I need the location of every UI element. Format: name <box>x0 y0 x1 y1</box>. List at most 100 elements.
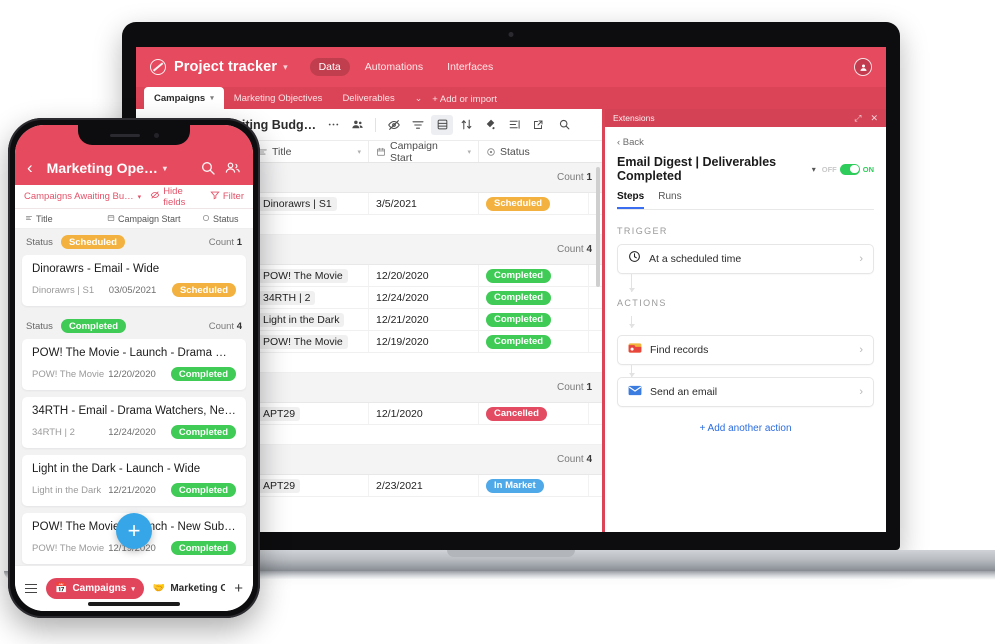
avatar[interactable] <box>854 58 872 76</box>
group-count: Count 1 <box>557 382 602 393</box>
trigger-card[interactable]: At a scheduled time › <box>617 244 874 274</box>
tab-marketing-objectives[interactable]: Marketing Objectives <box>224 87 333 109</box>
cell-status: Completed <box>479 287 589 308</box>
app-title-caret-icon[interactable]: ▾ <box>283 62 288 73</box>
vertical-scrollbar[interactable] <box>596 167 600 287</box>
chevron-right-icon: › <box>859 253 863 265</box>
field-header-title[interactable]: Title ▾ <box>251 141 369 162</box>
sort-icon[interactable] <box>455 115 477 135</box>
phone-group-count: Count 4 <box>209 321 242 332</box>
list-item[interactable]: Light in the Dark - Launch - Wide Light … <box>22 455 246 506</box>
field-header-campaign-start[interactable]: Campaign Start ▾ <box>369 140 479 164</box>
field-header-status[interactable]: Status <box>479 141 589 162</box>
chevron-down-icon: ▾ <box>131 585 135 593</box>
extensions-pane: Extensions ⤢ ✕ ‹ Back Email Digest | Del… <box>602 109 886 532</box>
phone-group-header[interactable]: Status Completed Count 4 <box>15 313 253 339</box>
tab-steps[interactable]: Steps <box>617 191 645 209</box>
filter-button[interactable]: Filter <box>210 190 244 203</box>
expand-icon[interactable]: ⤢ <box>854 113 861 124</box>
phone-card-title: Light in the Dark - Launch - Wide <box>32 463 201 475</box>
status-badge: Scheduled <box>60 235 125 249</box>
status-badge: Completed <box>486 268 552 283</box>
filter-icon[interactable] <box>407 115 429 135</box>
action-card-find-records[interactable]: Find records › <box>617 335 874 365</box>
add-or-import-button[interactable]: + Add or import <box>432 94 497 109</box>
front-camera-icon <box>153 132 159 138</box>
cell-title: APT29 <box>251 475 369 496</box>
share-view-icon[interactable] <box>527 115 549 135</box>
tab-deliverables[interactable]: Deliverables <box>332 87 404 109</box>
phone-group-count-label: Count <box>208 320 235 332</box>
close-icon[interactable]: ✕ <box>870 113 878 124</box>
step-connector <box>628 274 635 292</box>
add-another-action-button[interactable]: + Add another action <box>617 423 874 434</box>
field-header-status-label: Status <box>500 145 530 158</box>
hide-fields-icon[interactable] <box>383 115 405 135</box>
select-field-icon <box>202 214 210 224</box>
tab-campaigns-label: Campaigns <box>154 92 206 104</box>
app-nav: Data Automations Interfaces <box>309 58 503 76</box>
chevron-down-icon: ▾ <box>210 95 214 102</box>
phone-group-count-value: 1 <box>236 236 242 248</box>
back-button[interactable]: ‹ Back <box>617 137 874 148</box>
phone-view-selector[interactable]: Campaigns Awaiting Bu… ▾ <box>24 191 141 202</box>
add-table-button[interactable]: + <box>234 580 243 597</box>
group-icon[interactable] <box>431 114 454 135</box>
color-icon[interactable] <box>479 115 501 135</box>
search-icon[interactable] <box>200 160 216 176</box>
cell-date: 12/1/2020 <box>369 403 479 424</box>
extensions-title: Extensions <box>613 113 655 123</box>
tab-marketing-objectives-label: Marketing Objectives <box>233 92 323 104</box>
handshake-emoji-icon: 🤝 <box>152 583 166 594</box>
list-item[interactable]: 34RTH - Email - Drama Watchers, New Sub…… <box>22 397 246 448</box>
step-connector <box>628 316 635 328</box>
hide-fields-button[interactable]: Hide fields <box>150 186 201 208</box>
collaborators-icon[interactable] <box>346 115 368 135</box>
nav-item-data[interactable]: Data <box>309 58 350 76</box>
automation-title-row: Email Digest | Deliverables Completed ▾ … <box>617 155 874 183</box>
nav-item-interfaces[interactable]: Interfaces <box>438 58 502 76</box>
chevron-left-icon[interactable]: ‹ <box>27 159 33 176</box>
list-item[interactable]: Dinorawrs - Email - Wide Dinorawrs | S1 … <box>22 255 246 306</box>
phone-card-sub: POW! The Movie <box>32 368 105 380</box>
status-badge: Completed <box>486 290 552 305</box>
tab-deliverables-label: Deliverables <box>342 92 395 104</box>
row-height-icon[interactable] <box>503 115 525 135</box>
phone-group-header[interactable]: Status Scheduled Count 1 <box>15 229 253 255</box>
list-item[interactable]: POW! The Movie - Launch - Drama Watchers… <box>22 339 246 390</box>
more-options-icon[interactable] <box>322 115 344 135</box>
clock-icon <box>628 250 641 268</box>
search-icon[interactable] <box>553 115 575 135</box>
phone-device: ‹ Marketing Ope… ▾ Campaigns Awaiting Bu… <box>8 118 260 618</box>
action-card-send-email[interactable]: Send an email › <box>617 377 874 407</box>
hamburger-icon[interactable] <box>25 583 37 594</box>
page-title: Project tracker <box>174 59 278 75</box>
chevron-down-icon[interactable]: ▾ <box>812 165 816 174</box>
cell-status: Completed <box>479 309 589 330</box>
phone-card-date: 12/21/2020 <box>108 484 156 496</box>
phone-card-meta: 34RTH | 2 12/24/2020 Completed <box>32 425 236 439</box>
extensions-body: ‹ Back Email Digest | Deliverables Compl… <box>605 127 886 532</box>
phone-field-campaign-start: Campaign Start <box>107 214 202 224</box>
phone-base-title[interactable]: Marketing Ope… ▾ <box>47 160 167 176</box>
collaborators-icon[interactable] <box>224 160 241 176</box>
toggle-switch[interactable] <box>839 163 860 175</box>
cell-date: 12/20/2020 <box>369 265 479 286</box>
automation-toggle[interactable]: OFF ON <box>822 163 874 175</box>
cell-title: APT29 <box>251 403 369 424</box>
actions-section-label: ACTIONS <box>617 298 667 308</box>
tab-runs[interactable]: Runs <box>658 191 681 209</box>
add-record-button[interactable]: + <box>116 513 152 549</box>
group-count-label: Count <box>556 382 584 393</box>
phone-table-marketing-objectives[interactable]: 🤝 Marketing Ob… <box>153 583 225 594</box>
tabbar-overflow-chevron-icon[interactable]: ⌄ <box>405 93 433 109</box>
chevron-right-icon: › <box>859 344 863 356</box>
nav-item-automations[interactable]: Automations <box>356 58 432 76</box>
group-count-label: Count <box>556 454 584 465</box>
group-count: Count 4 <box>557 454 602 465</box>
trigger-label: At a scheduled time <box>649 253 742 265</box>
tab-campaigns[interactable]: Campaigns ▾ <box>144 87 224 109</box>
phone-table-campaigns[interactable]: 📅 Campaigns ▾ <box>46 578 144 599</box>
phone-group-count-label: Count <box>208 236 235 248</box>
phone-field-header: Title Campaign Start Status <box>15 209 253 229</box>
